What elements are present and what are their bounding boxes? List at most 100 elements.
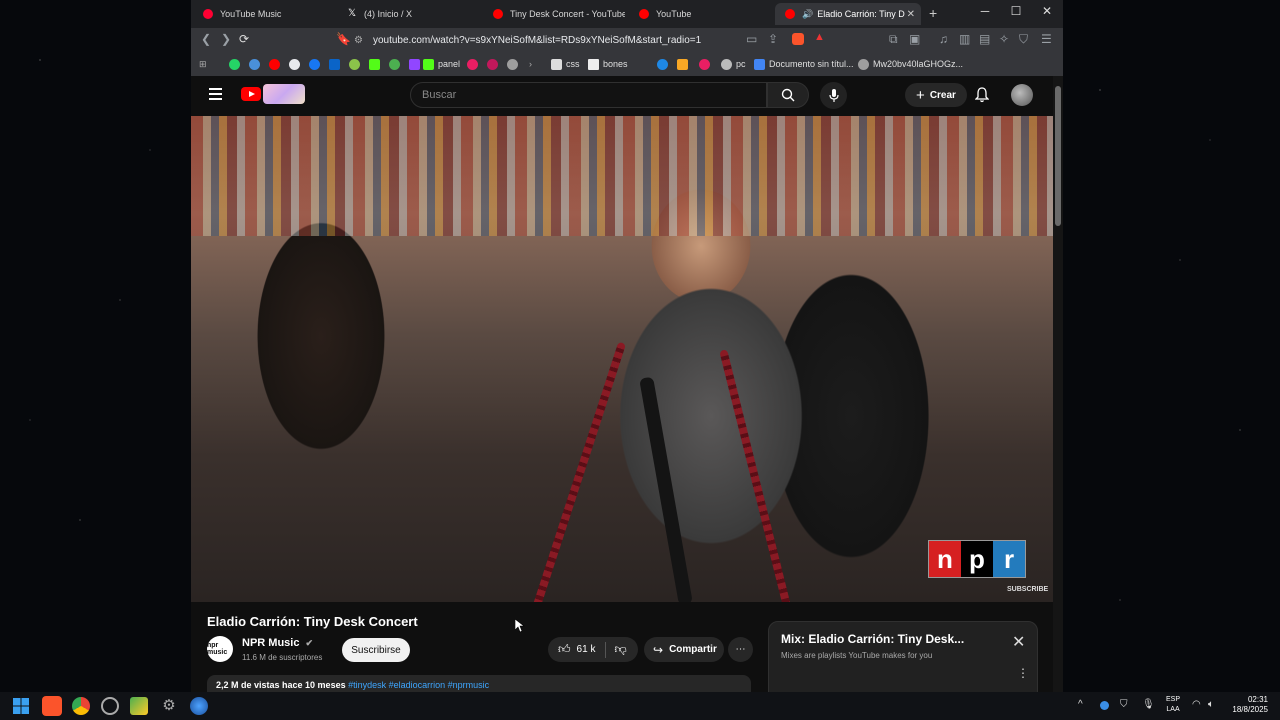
bookmark-facebook[interactable]	[309, 57, 324, 71]
x-icon: 𝕏	[347, 8, 357, 19]
tab-tiny-desk[interactable]: Tiny Desk Concert - YouTube	[483, 3, 625, 25]
minimize-button[interactable]: ─	[975, 4, 995, 18]
tab-x-home[interactable]: 𝕏 (4) Inicio / X	[337, 3, 479, 25]
bookmark-outlook[interactable]	[329, 57, 344, 71]
bookmark-20[interactable]	[699, 57, 714, 71]
bookmark-panel[interactable]: panel	[423, 57, 460, 71]
reload-icon[interactable]: ⟳	[239, 32, 249, 46]
cast-icon[interactable]: ▭	[746, 32, 757, 46]
bookmark-youtube[interactable]	[269, 57, 284, 71]
bookmark-bones[interactable]: bones	[588, 57, 628, 71]
channel-name[interactable]: NPR Music ✔	[242, 637, 313, 649]
like-icon[interactable]: 👍︎	[558, 642, 571, 657]
bookmark-19[interactable]	[677, 57, 692, 71]
youtube-doodle[interactable]	[263, 84, 305, 104]
bookmark-7[interactable]	[349, 57, 364, 71]
dislike-icon[interactable]: 👎︎	[614, 642, 626, 657]
bookmark-twitch[interactable]	[409, 57, 424, 71]
share-button[interactable]: ↪ Compartir	[644, 637, 724, 662]
tray-overflow-icon[interactable]: ^	[1078, 699, 1083, 710]
guide-menu-icon[interactable]	[209, 88, 222, 103]
scrollbar-thumb[interactable]	[1055, 86, 1061, 226]
back-icon[interactable]: ❮	[201, 32, 211, 46]
voice-search-button[interactable]	[820, 82, 847, 109]
maximize-button[interactable]: ☐	[1006, 4, 1026, 18]
close-tab-icon[interactable]: ✕	[907, 9, 915, 20]
address-bar[interactable]: ⚙ youtube.com/watch?v=s9xYNeiSofM&list=R…	[354, 30, 834, 50]
tab-search-icon[interactable]: ▣	[909, 32, 920, 46]
bookmark-documento[interactable]: Documento sin títul...	[754, 57, 854, 71]
bookmark-18[interactable]	[657, 57, 672, 71]
bookmark-14[interactable]	[507, 57, 522, 71]
close-window-button[interactable]: ✕	[1037, 4, 1057, 18]
forward-icon[interactable]: ❯	[221, 32, 231, 46]
bookmark-css[interactable]: css	[551, 57, 580, 71]
tab-eladio-active[interactable]: 🔊 Eladio Carrión: Tiny Desk ✕	[775, 3, 921, 25]
close-icon[interactable]: ✕	[1012, 632, 1025, 652]
video-title: Eladio Carrión: Tiny Desk Concert	[207, 614, 418, 629]
tray-shield-icon[interactable]: ⛉	[1120, 699, 1128, 710]
chrome-icon[interactable]	[72, 697, 90, 715]
more-vertical-icon[interactable]: ⋮	[1017, 666, 1029, 680]
settings-icon[interactable]: ⚙	[160, 697, 178, 715]
bookmark-mw20[interactable]: Mw20bv40laGHOGz...	[858, 57, 963, 71]
app-stack-icon[interactable]	[130, 697, 148, 715]
bookmark-2[interactable]	[249, 57, 264, 71]
volume-icon[interactable]: 🔈︎	[1208, 699, 1214, 710]
extensions-icon[interactable]: ⧉	[889, 32, 898, 47]
apps-icon[interactable]: ⊞	[199, 57, 207, 71]
bookmark-kick[interactable]	[369, 57, 384, 71]
subscriber-count: 11.6 M de suscriptores	[242, 653, 323, 662]
brave-browser-icon[interactable]	[42, 696, 62, 716]
youtube-logo[interactable]	[241, 87, 261, 101]
tab-youtube[interactable]: YouTube	[629, 3, 771, 25]
music-icon[interactable]: ♫	[939, 32, 948, 46]
language-indicator[interactable]: ESP LAA	[1166, 695, 1180, 715]
search-input[interactable]: Buscar	[410, 82, 767, 108]
bookmark-google[interactable]	[289, 57, 304, 71]
video-player[interactable]: n p r SUBSCRIBE	[191, 116, 1053, 602]
subscribe-watermark[interactable]: SUBSCRIBE	[1007, 586, 1048, 593]
wifi-icon[interactable]: ◠	[1192, 699, 1201, 710]
brave-shields-icon[interactable]	[792, 33, 804, 45]
tray-microphone-icon[interactable]: 🎙︎	[1142, 699, 1155, 710]
video-braid-right	[719, 349, 795, 602]
bookmark-15[interactable]: ›	[529, 57, 532, 71]
hashtags[interactable]: #tinydesk #eladiocarrion #nprmusic	[348, 680, 489, 690]
notifications-button[interactable]	[974, 87, 990, 108]
app-icon[interactable]	[101, 697, 119, 715]
bookmark-pc[interactable]: pc	[721, 57, 746, 71]
page-scrollbar[interactable]	[1053, 76, 1063, 692]
mix-title[interactable]: Mix: Eladio Carrión: Tiny Desk...	[781, 632, 964, 646]
bookmark-9[interactable]	[389, 57, 404, 71]
youtube-music-icon	[203, 9, 213, 19]
windows-start-icon[interactable]	[12, 697, 30, 715]
menu-icon[interactable]: ☰	[1041, 32, 1052, 46]
create-button[interactable]: + Crear	[905, 83, 967, 107]
bookmark-whatsapp[interactable]	[229, 57, 244, 71]
new-tab-button[interactable]: +	[929, 5, 937, 21]
more-actions-button[interactable]: ⋯	[728, 637, 753, 662]
subscribe-button[interactable]: Suscribirse	[342, 638, 410, 662]
bookmark-13[interactable]	[487, 57, 502, 71]
url-text[interactable]: youtube.com/watch?v=s9xYNeiSofM&list=RDs…	[373, 35, 701, 46]
description-box[interactable]: 2,2 M de vistas hace 10 meses #tinydesk …	[207, 675, 751, 692]
tray-app-icon[interactable]	[1100, 701, 1109, 710]
channel-avatar[interactable]: npr music	[207, 636, 233, 662]
like-count[interactable]: 61 k	[577, 644, 596, 655]
brave-rewards-icon[interactable]: ▲	[814, 31, 826, 43]
youtube-icon	[785, 9, 795, 19]
share-icon[interactable]: ⇪	[768, 32, 778, 46]
account-avatar[interactable]	[1011, 84, 1033, 106]
vpn-icon[interactable]: ⛉	[1019, 32, 1028, 47]
wallet-icon[interactable]: ▤	[979, 32, 990, 46]
system-clock[interactable]: 02:31 18/8/2025	[1230, 695, 1268, 715]
app-blue-icon[interactable]	[190, 697, 208, 715]
search-button[interactable]	[767, 82, 809, 108]
bookmark-12[interactable]	[467, 57, 482, 71]
sidebar-icon[interactable]: ▥	[959, 32, 970, 46]
tab-youtube-music[interactable]: YouTube Music	[193, 3, 335, 25]
site-settings-icon[interactable]: ⚙	[354, 35, 363, 46]
bookmark-icon[interactable]: 🔖	[336, 32, 351, 46]
leo-icon[interactable]: ✧	[999, 32, 1009, 46]
